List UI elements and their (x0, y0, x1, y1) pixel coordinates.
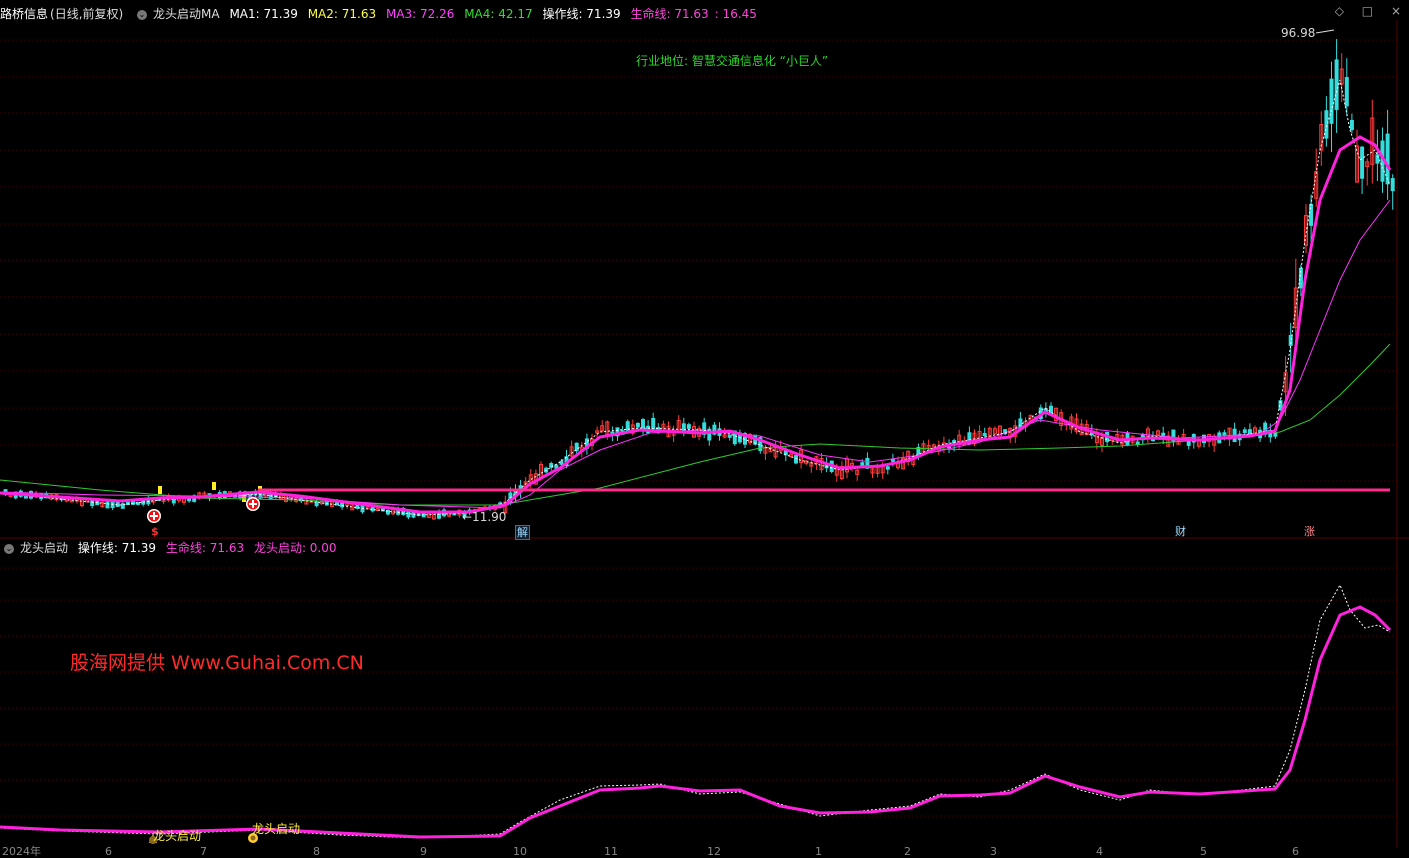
candle-body (1222, 432, 1227, 436)
candle-body (1344, 77, 1349, 107)
sub-chart-header: ⌄ 龙头启动 操作线: 71.39 生命线: 71.63 龙头启动: 0.00 (0, 540, 343, 556)
candle-body (686, 424, 691, 429)
candle-body (641, 419, 645, 429)
limit-up-marker[interactable]: 涨 (1303, 525, 1316, 538)
candle-body (105, 501, 110, 509)
buy-marker-2 (246, 497, 260, 511)
sub-indicator-name[interactable]: 龙头启动 (20, 541, 68, 555)
time-axis-month: 2 (904, 845, 911, 858)
main-price-chart[interactable] (0, 0, 1409, 857)
candle-body (1334, 59, 1339, 110)
sub-grid-lines (0, 567, 1397, 817)
candle-body (340, 502, 345, 508)
signal-candle (158, 486, 162, 494)
time-axis-month: 4 (1096, 845, 1103, 858)
unlock-marker[interactable]: 解 (515, 525, 530, 540)
candle-body (110, 501, 115, 509)
buy-marker-1 (147, 509, 161, 523)
watermark-text: 股海网提供 Www.Guhai.Com.CN (70, 652, 364, 674)
candle-body (411, 512, 416, 518)
candle-body (982, 433, 987, 437)
time-axis-month: 1 (815, 845, 822, 858)
time-axis-month: 7 (200, 845, 207, 858)
candle-body (574, 442, 579, 452)
candle-body (1349, 119, 1354, 131)
grid-lines (0, 39, 1397, 482)
sub-op-line (0, 583, 1391, 839)
time-axis-month: 11 (604, 845, 618, 858)
candle-body (559, 460, 564, 465)
sub-op-line-readout: 操作线: 71.39 (77, 541, 157, 555)
time-axis (0, 848, 1409, 857)
candle-body (727, 434, 732, 438)
dollar-marker[interactable]: $ (150, 525, 160, 538)
candle-body (1385, 133, 1390, 185)
candle-body (1186, 440, 1191, 446)
candle-body (406, 510, 411, 518)
signal-candle (212, 482, 216, 490)
industry-annotation: 行业地位: 智慧交通信息化 “小巨人” (636, 54, 829, 68)
sub-life-line-readout: 生命线: 71.63 (165, 541, 245, 555)
candle-body (90, 499, 95, 507)
candle-body (885, 466, 890, 470)
ma3-line (0, 199, 1391, 509)
candle-body (187, 497, 192, 502)
candle-body (635, 422, 640, 428)
time-axis-month: 6 (1292, 845, 1299, 858)
sub-indicator-toggle-icon[interactable]: ⌄ (4, 543, 14, 554)
time-axis-month: 6 (105, 845, 112, 858)
peak-price-label: 96.98 (1281, 26, 1316, 40)
sub-life-line (0, 605, 1392, 839)
time-axis-month: 8 (313, 845, 320, 858)
time-axis-year: 2024年 (2, 845, 41, 858)
sub-signal-readout: 龙头启动: 0.00 (253, 541, 337, 555)
low-price-label: ←11.90 (462, 510, 507, 524)
time-axis-month: 12 (707, 845, 721, 858)
signal-label-1: 龙头启动 (153, 829, 202, 843)
candle-body (794, 455, 798, 464)
time-axis-month: 3 (990, 845, 997, 858)
time-axis-month: 9 (420, 845, 427, 858)
candle-body (1390, 178, 1395, 192)
life-line (0, 135, 1392, 514)
signal-label-2: 龙头启动 (252, 822, 301, 836)
finance-marker[interactable]: 财 (1174, 525, 1187, 538)
candle-body (1242, 429, 1247, 434)
candle-body (1360, 146, 1365, 179)
candle-body (1324, 110, 1329, 139)
time-axis-month: 5 (1200, 845, 1207, 858)
time-axis-month: 10 (513, 845, 527, 858)
peak-arrow (1315, 29, 1335, 34)
candle-body (1329, 78, 1334, 124)
candlestick-series (3, 39, 1395, 520)
